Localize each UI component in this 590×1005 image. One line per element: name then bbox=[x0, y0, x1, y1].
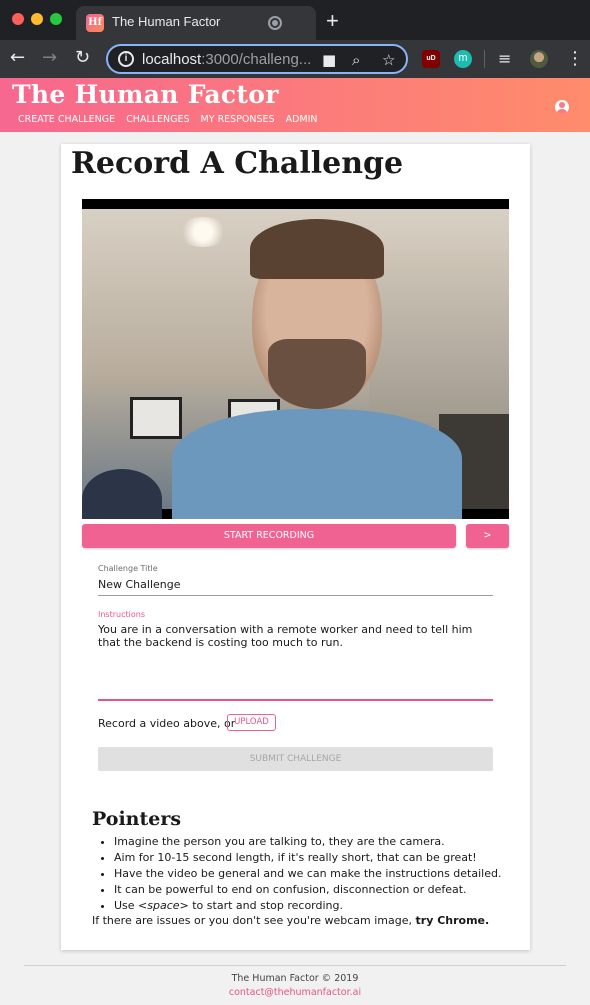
space-key: <space> bbox=[138, 899, 189, 912]
nav-admin[interactable]: Admin bbox=[286, 114, 318, 125]
pointer-item: Aim for 10-15 second length, if it's rea… bbox=[114, 850, 514, 866]
webcam-image bbox=[82, 209, 509, 519]
pointers-heading: Pointers bbox=[92, 808, 182, 830]
address-bar[interactable]: i localhost:3000/challeng... ■ ⌕ ☆ bbox=[106, 44, 408, 74]
browser-tab[interactable]: Hf The Human Factor bbox=[76, 6, 316, 40]
back-icon[interactable]: ← bbox=[10, 48, 25, 68]
favicon-icon: Hf bbox=[86, 14, 104, 32]
new-tab-button[interactable]: + bbox=[326, 8, 339, 34]
record-challenge-card: Record A Challenge Start Recording > Cha… bbox=[61, 144, 530, 950]
url-text[interactable]: localhost:3000/challeng... bbox=[142, 51, 312, 68]
upload-button[interactable]: Upload bbox=[227, 714, 276, 731]
instructions-underline bbox=[98, 699, 493, 701]
try-chrome-text: try Chrome. bbox=[415, 914, 490, 927]
challenge-title-input[interactable]: New Challenge bbox=[98, 578, 180, 591]
account-icon[interactable] bbox=[555, 100, 569, 114]
submit-challenge-button[interactable]: Submit Challenge bbox=[98, 747, 493, 771]
toolbar-divider bbox=[484, 50, 485, 68]
zoom-icon[interactable]: ⌕ bbox=[352, 51, 360, 69]
main-nav: Create Challenge Challenges My Responses… bbox=[18, 114, 318, 125]
pointers-list: Imagine the person you are talking to, t… bbox=[114, 834, 514, 914]
upload-prompt: Record a video above, or bbox=[98, 717, 236, 730]
maximize-window-button[interactable] bbox=[50, 13, 62, 25]
ublock-extension-icon[interactable]: uD bbox=[422, 50, 440, 68]
instructions-textarea[interactable]: You are in a conversation with a remote … bbox=[98, 623, 493, 649]
browser-tabstrip: Hf The Human Factor + bbox=[0, 0, 590, 40]
browser-help-text: If there are issues or you don't see you… bbox=[92, 914, 490, 927]
close-window-button[interactable] bbox=[12, 13, 24, 25]
instructions-label: Instructions bbox=[98, 610, 145, 619]
forward-icon[interactable]: → bbox=[42, 48, 57, 68]
url-host: localhost bbox=[142, 51, 202, 68]
browser-menu-icon[interactable]: ⋮ bbox=[566, 48, 584, 69]
pointer-item: It can be powerful to end on confusion, … bbox=[114, 882, 514, 898]
pointer-item: Have the video be general and we can mak… bbox=[114, 866, 514, 882]
pointer-item: Imagine the person you are talking to, t… bbox=[114, 834, 514, 850]
bookmark-star-icon[interactable]: ☆ bbox=[382, 51, 395, 69]
profile-avatar[interactable] bbox=[530, 50, 548, 68]
page-title: Record A Challenge bbox=[71, 146, 404, 181]
url-path: :3000/challeng... bbox=[201, 51, 312, 68]
challenge-title-underline bbox=[98, 595, 493, 596]
brand-logo[interactable]: The Human Factor bbox=[12, 80, 279, 109]
pointer-item-space: Use <space> to start and stop recording. bbox=[114, 898, 514, 914]
start-recording-button[interactable]: Start Recording bbox=[82, 524, 456, 548]
media-control-icon[interactable]: ≡ bbox=[498, 50, 516, 68]
footer-copyright: The Human Factor © 2019 bbox=[231, 973, 359, 984]
reload-icon[interactable]: ↻ bbox=[75, 48, 90, 68]
footer-divider bbox=[24, 965, 566, 966]
m-extension-icon[interactable]: m bbox=[454, 50, 472, 68]
info-icon[interactable]: i bbox=[118, 51, 134, 67]
tab-title: The Human Factor bbox=[112, 14, 221, 29]
app-header: The Human Factor Create Challenge Challe… bbox=[0, 78, 590, 132]
nav-create-challenge[interactable]: Create Challenge bbox=[18, 114, 115, 125]
next-button[interactable]: > bbox=[466, 524, 509, 548]
footer-email-link[interactable]: contact@thehumanfactor.ai bbox=[0, 987, 590, 998]
tab-recording-icon[interactable] bbox=[268, 16, 282, 30]
nav-my-responses[interactable]: My Responses bbox=[201, 114, 275, 125]
webcam-preview bbox=[82, 199, 509, 519]
browser-toolbar: ← → ↻ i localhost:3000/challeng... ■ ⌕ ☆… bbox=[0, 40, 590, 78]
camera-icon[interactable]: ■ bbox=[322, 51, 336, 69]
challenge-title-label: Challenge Title bbox=[98, 564, 158, 573]
nav-challenges[interactable]: Challenges bbox=[126, 114, 189, 125]
minimize-window-button[interactable] bbox=[31, 13, 43, 25]
